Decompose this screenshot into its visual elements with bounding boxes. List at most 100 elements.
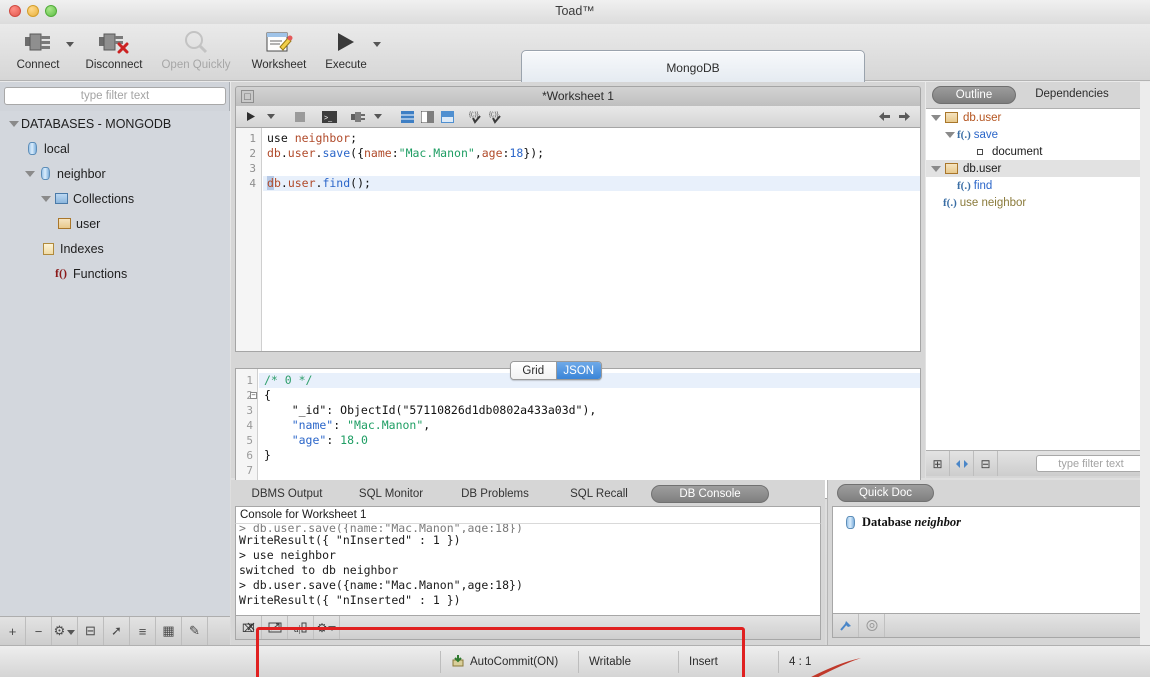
execute-button[interactable]: Execute xyxy=(310,26,382,80)
clear-icon[interactable]: ⌧ xyxy=(236,616,262,639)
database-icon xyxy=(37,166,53,181)
chevron-down-icon[interactable] xyxy=(930,111,943,124)
outline-filter-input[interactable]: type filter text xyxy=(1036,455,1146,472)
outline-item-db-user-find[interactable]: db.user xyxy=(926,160,1150,177)
sync-icon[interactable] xyxy=(950,451,974,476)
outline-tree[interactable]: db.user f(.) save document db.user f(.) … xyxy=(926,108,1150,450)
chevron-down-icon[interactable] xyxy=(944,128,957,141)
edit-icon[interactable]: ✎ xyxy=(182,617,208,645)
sql-editor[interactable]: 1 2 3 4 use neighbor; db.user.save({name… xyxy=(235,128,921,352)
status-autocommit[interactable]: AutoCommit(ON) xyxy=(440,650,578,673)
add-icon[interactable]: + xyxy=(0,617,26,645)
prev-icon[interactable] xyxy=(874,107,894,127)
tree-item-local[interactable]: local xyxy=(0,136,230,161)
database-tree[interactable]: DATABASES - MONGODB local neighbor Colle… xyxy=(0,111,230,616)
json-code-area[interactable]: /* 0 */ { "_id": ObjectId("57110826d1db0… xyxy=(259,373,920,478)
collapse-all-icon[interactable]: ⊟ xyxy=(78,617,104,645)
result-view-toggle[interactable]: Grid JSON xyxy=(510,361,602,380)
tree-label: Indexes xyxy=(60,241,104,256)
outline-tabs[interactable]: Outline Dependencies xyxy=(926,86,1150,106)
link-icon[interactable]: ➚ xyxy=(104,617,130,645)
next-icon[interactable] xyxy=(894,107,914,127)
connection-icon[interactable] xyxy=(348,107,368,127)
tree-item-neighbor[interactable]: neighbor xyxy=(0,161,230,186)
tab-dbms-output[interactable]: DBMS Output xyxy=(235,486,339,503)
outline-item-save[interactable]: f(.) save xyxy=(926,126,1150,143)
table-icon xyxy=(56,216,72,231)
script-icon[interactable]: >_ xyxy=(319,107,339,127)
format-check-icon[interactable]: {(;)} xyxy=(466,107,486,127)
tab-sql-monitor[interactable]: SQL Monitor xyxy=(339,486,443,503)
tree-item-indexes[interactable]: Indexes xyxy=(0,236,230,261)
tab-db-console[interactable]: DB Console xyxy=(651,485,769,503)
pin-icon[interactable] xyxy=(833,614,859,637)
outline-item-find[interactable]: f(.) find xyxy=(926,177,1150,194)
collapse-all-icon[interactable]: ⊟ xyxy=(974,451,998,476)
magnifier-icon xyxy=(160,26,232,58)
connect-button[interactable]: Connect xyxy=(2,26,74,80)
execute-icon[interactable] xyxy=(241,107,261,127)
line-number: 3 xyxy=(246,404,253,417)
disconnect-label: Disconnect xyxy=(85,59,143,71)
tree-item-user[interactable]: user xyxy=(0,211,230,236)
export-icon[interactable] xyxy=(262,616,288,639)
tab-quick-doc[interactable]: Quick Doc xyxy=(837,484,934,502)
code-line-2: db.user.save({name:"Mac.Manon",age:18}); xyxy=(267,146,545,160)
tab-dependencies[interactable]: Dependencies xyxy=(1022,86,1122,104)
annotation-arrow-icon xyxy=(811,658,861,677)
chevron-down-icon[interactable] xyxy=(8,117,21,130)
line-number: 5 xyxy=(246,434,253,447)
editor-code-area[interactable]: use neighbor; db.user.save({name:"Mac.Ma… xyxy=(263,131,920,191)
validate-check-icon[interactable]: {(;)} xyxy=(486,107,506,127)
toggle-grid[interactable]: Grid xyxy=(511,362,557,379)
tab-db-problems[interactable]: DB Problems xyxy=(443,486,547,503)
outline-item-use-neighbor[interactable]: f(.) use neighbor xyxy=(926,194,1150,211)
open-quickly-button[interactable]: Open Quickly xyxy=(160,26,232,80)
tree-item-functions[interactable]: f() Functions xyxy=(0,261,230,286)
line-number: 6 xyxy=(246,449,253,462)
connect-dropdown-caret-icon[interactable] xyxy=(66,42,74,47)
console-line: WriteResult({ "nInserted" : 1 }) xyxy=(239,533,461,547)
remove-icon[interactable]: − xyxy=(26,617,52,645)
disconnect-button[interactable]: Disconnect xyxy=(78,26,150,80)
split-view-icon[interactable] xyxy=(417,107,437,127)
toggle-json[interactable]: JSON xyxy=(556,362,601,379)
console-line: switched to db neighbor xyxy=(239,563,399,577)
function-icon: f() xyxy=(55,266,67,280)
result-panel: Grid JSON 1 2− 3 4 5 6 7 /* 0 */ { "_id"… xyxy=(235,354,921,677)
gear-icon[interactable]: ⚙ xyxy=(314,616,340,639)
properties-icon[interactable]: ▦ xyxy=(156,617,182,645)
connection-dropdown-icon[interactable] xyxy=(368,107,388,127)
sidebar-filter-input[interactable]: type filter text xyxy=(4,87,226,105)
sort-icon[interactable]: ≡ xyxy=(130,617,156,645)
tree-label: user xyxy=(76,216,101,231)
stop-icon[interactable] xyxy=(290,107,310,127)
fold-toggle-icon[interactable]: − xyxy=(250,392,257,399)
editor-line-numbers: 1 2 3 4 xyxy=(236,128,262,351)
form-view-icon[interactable] xyxy=(437,107,457,127)
worksheet-close-icon[interactable]: ☐ xyxy=(241,90,254,103)
expand-all-icon[interactable]: ⊞ xyxy=(926,451,950,476)
tree-item-databases-mongodb[interactable]: DATABASES - MONGODB xyxy=(0,111,230,136)
tab-outline[interactable]: Outline xyxy=(932,86,1016,104)
outline-item-db-user-save[interactable]: db.user xyxy=(926,109,1150,126)
tree-item-collections[interactable]: Collections xyxy=(0,186,230,211)
execute-dropdown-caret-icon[interactable] xyxy=(373,42,381,47)
tree-label: Collections xyxy=(73,191,135,206)
find-icon[interactable]: a| xyxy=(288,616,314,639)
settings-icon[interactable] xyxy=(859,614,885,637)
chevron-down-icon[interactable] xyxy=(40,192,53,205)
gear-icon[interactable]: ⚙ xyxy=(52,617,78,645)
console-output[interactable]: > db.user.save({name:"Mac.Manon",age:18}… xyxy=(235,523,821,616)
plug-connect-icon xyxy=(2,26,74,58)
chevron-down-icon[interactable] xyxy=(930,162,943,175)
outline-item-document[interactable]: document xyxy=(926,143,1150,160)
worksheet-button[interactable]: Worksheet xyxy=(243,26,315,80)
chevron-down-icon[interactable] xyxy=(24,167,37,180)
console-tabs[interactable]: DBMS Output SQL Monitor DB Problems SQL … xyxy=(235,484,821,504)
svg-text:{(;)}: {(;)} xyxy=(469,112,479,118)
window-scrollbar[interactable] xyxy=(1140,82,1150,645)
execute-dropdown-icon[interactable] xyxy=(261,107,281,127)
tab-sql-recall[interactable]: SQL Recall xyxy=(547,486,651,503)
grid-view-icon[interactable] xyxy=(397,107,417,127)
